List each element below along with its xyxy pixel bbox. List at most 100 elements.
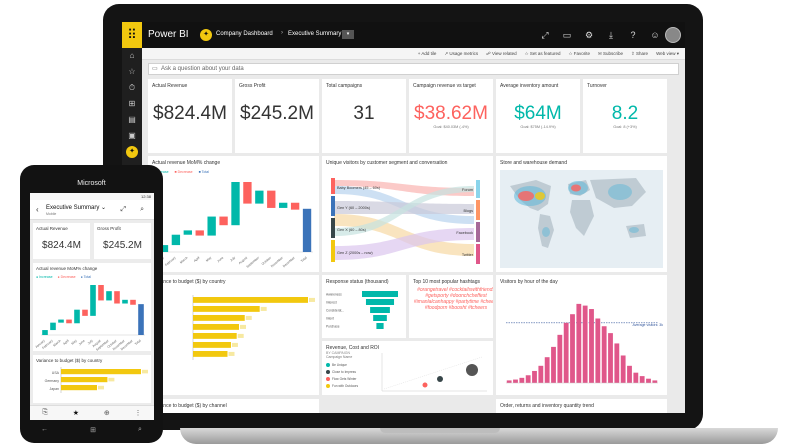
sankey-node <box>476 200 480 220</box>
home-icon[interactable]: ⌂ <box>122 48 142 64</box>
waterfall-bar <box>122 299 128 304</box>
variance-bar <box>193 324 239 330</box>
tile-orders-trend[interactable]: Order, returns and inventory quantity tr… <box>496 399 667 413</box>
apps-icon[interactable]: ⊞ <box>122 96 142 112</box>
kpi-value: $245.2M <box>103 240 142 251</box>
kpi-goal: Goal: 8 (+3%) <box>613 125 637 129</box>
x-tick-label: December <box>282 255 297 268</box>
share-button[interactable]: ⇪ Share <box>631 50 648 58</box>
sankey-target-label: Blogs <box>464 209 474 213</box>
back-icon[interactable]: ‹ <box>36 205 39 214</box>
tile-response-status[interactable]: Response status (thousand) Awareness Inte… <box>322 275 406 338</box>
waterfall-bar <box>219 216 228 226</box>
recent-icon[interactable]: ⏱ <box>122 80 142 96</box>
comment-icon[interactable]: ▭ <box>559 27 575 43</box>
page-subtitle: Mobile <box>46 212 57 216</box>
subscribe-button[interactable]: ✉ Subscribe <box>598 50 623 58</box>
hour-bar <box>582 305 588 383</box>
variance-label-box <box>108 377 115 382</box>
heat-spot <box>571 184 581 192</box>
funnel-label: Interest <box>326 301 337 305</box>
help-icon[interactable]: ? <box>625 27 641 43</box>
phone-tile-variance-country[interactable]: Variance to budget ($) by country USA Ger… <box>33 355 151 403</box>
phone-screen: 12:38 ‹ Executive Summary ⌄ Mobile ⤢ ⌕ A… <box>30 193 154 420</box>
tile-demand-map[interactable]: Store and warehouse demand <box>496 156 667 272</box>
avatar[interactable] <box>665 27 681 43</box>
kpi-tile-actual-revenue[interactable]: Actual Revenue $824.4M <box>148 79 232 153</box>
hour-bar <box>595 318 601 383</box>
sankey-source-label: Gen Y (60 – 2000s) <box>337 206 371 210</box>
smiley-icon[interactable]: ☺ <box>647 27 663 43</box>
phone-kpi-actual-revenue[interactable]: Actual Revenue $824.4M <box>33 223 90 259</box>
tile-title: Gross Profit <box>239 83 266 89</box>
tile-variance-country[interactable]: Variance to budget ($) by country <box>148 275 319 395</box>
workspaces-icon[interactable]: ▣ <box>122 128 142 144</box>
expand-icon[interactable]: ⤢ <box>537 27 553 43</box>
hour-bar <box>570 314 575 383</box>
app-launcher-icon[interactable]: ⠿ <box>122 22 142 48</box>
set-featured-button[interactable]: ☆ Set as featured <box>525 50 561 58</box>
favorites-icon[interactable]: ☆ <box>122 64 142 80</box>
qna-search-box[interactable]: ▭ Ask a question about your data <box>148 63 679 75</box>
action-list: + Add tile ↗ Usage metrics ☍ View relate… <box>418 50 679 58</box>
current-workspace-icon[interactable]: ✦ <box>126 146 138 158</box>
app-name[interactable]: Power BI <box>148 29 189 40</box>
breadcrumb-page[interactable]: Executive Summary <box>288 31 341 37</box>
windows-hardware-icon[interactable]: ⊞ <box>90 426 96 434</box>
funnel-bar <box>370 307 390 313</box>
kpi-tile-total-campaigns[interactable]: Total campaigns 31 <box>322 79 406 153</box>
page-title[interactable]: Executive Summary ⌄ <box>46 204 106 211</box>
heat-spot <box>542 227 550 237</box>
scatter-chart <box>381 353 487 392</box>
back-hardware-icon[interactable]: ← <box>41 426 48 434</box>
tile-visitors-by-hour[interactable]: Visitors by hour of the day Average visi… <box>496 275 667 395</box>
search-hardware-icon[interactable]: ⌕ <box>138 426 142 434</box>
phone-kpi-gross-profit[interactable]: Gross Profit $245.2M <box>94 223 151 259</box>
tile-mom-change[interactable]: Actual revenue MoM% change ■ Increase ■ … <box>148 156 319 272</box>
tile-variance-channel[interactable]: Variance to budget ($) by channel <box>148 399 319 413</box>
kpi-tile-turnover[interactable]: Turnover 8.2 Goal: 8 (+3%) <box>583 79 667 153</box>
tile-sankey[interactable]: Unique visitors by customer segment and … <box>322 156 493 272</box>
hashtag-word-cloud: #orangetravel #cocktailswithfriends #get… <box>413 287 493 311</box>
breadcrumb-dashboard[interactable]: Company Dashboard <box>216 31 273 37</box>
x-tick-label: April <box>62 339 70 346</box>
qna-placeholder[interactable]: Ask a question about your data <box>161 66 244 72</box>
x-tick-label: May <box>70 338 77 345</box>
sankey-node <box>476 244 480 264</box>
variance-bar <box>193 297 308 303</box>
gear-icon[interactable]: ⚙ <box>581 27 597 43</box>
hour-bar <box>608 333 613 383</box>
phone-hardware-buttons: ← ⊞ ⌕ <box>20 426 163 434</box>
usage-metrics-button[interactable]: ↗ Usage metrics <box>444 50 478 58</box>
more-icon[interactable]: ⋮ <box>135 409 142 417</box>
hour-bar <box>627 365 632 383</box>
add-tile-button[interactable]: + Add tile <box>418 50 437 58</box>
x-tick-label: September <box>245 255 260 269</box>
tile-title: Variance to budget ($) by channel <box>152 403 227 409</box>
hour-bar <box>532 370 537 383</box>
favorite-button[interactable]: ☆ Favorite <box>568 50 590 58</box>
person-icon[interactable]: ⊕ <box>104 409 110 417</box>
category-label: USA <box>52 371 60 375</box>
header-actions-icon[interactable]: ⤢ ⌕ <box>121 206 150 214</box>
favorite-star-icon[interactable]: ★ <box>73 409 79 417</box>
download-icon[interactable]: ⤓ <box>603 27 619 43</box>
x-tick-label: June <box>78 339 86 347</box>
qna-icon: ▭ <box>152 66 158 72</box>
tile-revenue-cost-roi[interactable]: Revenue, Cost and ROI BY CAMPAIGN Campai… <box>322 341 493 395</box>
kpi-tile-campaign-revenue[interactable]: Campaign revenue vs target $38.62M Goal:… <box>409 79 493 153</box>
kpi-goal: Goal: $75M (-14.9%) <box>520 125 556 129</box>
x-tick-label: March <box>52 339 62 348</box>
shared-icon[interactable]: ▤ <box>122 112 142 128</box>
kpi-tile-average-inventory[interactable]: Average inventory amount $64M Goal: $75M… <box>496 79 580 153</box>
tile-hashtags[interactable]: Top 10 most popular hashtags #orangetrav… <box>409 275 493 338</box>
kpi-tile-gross-profit[interactable]: Gross Profit $245.2M <box>235 79 319 153</box>
action-bar: + Add tile ↗ Usage metrics ☍ View relate… <box>142 48 685 60</box>
funnel-label: Considerat... <box>326 309 344 313</box>
view-related-button[interactable]: ☍ View related <box>486 50 517 58</box>
copy-icon[interactable]: ⎘ <box>42 409 48 417</box>
phone-tile-mom-change[interactable]: Actual revenue MoM% change ● Increase ● … <box>33 263 151 351</box>
x-tick-label: February <box>164 255 177 267</box>
breadcrumb-dropdown-icon[interactable]: ▾ <box>342 30 354 39</box>
web-view-dropdown[interactable]: Web view ▾ <box>656 50 679 58</box>
